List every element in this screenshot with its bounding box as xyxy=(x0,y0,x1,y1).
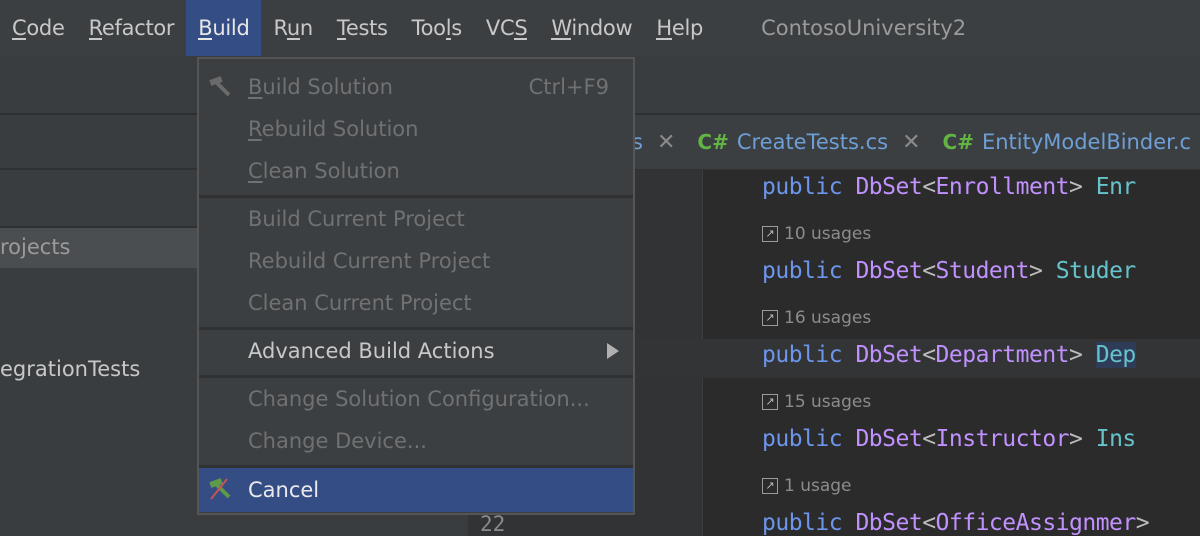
menu-label: Run xyxy=(273,16,313,40)
navigate-arrow-icon: ↗ xyxy=(762,478,778,494)
code-line: public DbSet<Instructor> Ins xyxy=(762,426,1136,452)
tab-s[interactable]: s ✕ xyxy=(632,130,675,155)
mnemonic-underline xyxy=(551,38,572,40)
tab-createtests-cs[interactable]: C# CreateTests.cs ✕ xyxy=(697,130,920,155)
menu-bar: Code Refactor Build Run Tests Tools VCS … xyxy=(0,0,1200,56)
menu-item-clean-current-project[interactable]: Clean Current Project xyxy=(199,282,633,324)
usages-link[interactable]: ↗ 10 usages xyxy=(762,224,871,244)
menu-window[interactable]: Window xyxy=(539,0,644,56)
build-menu: Build Solution Ctrl+F9 Rebuild Solution Cle… xyxy=(197,57,635,515)
mnemonic-underline xyxy=(198,38,213,40)
tab-label: EntityModelBinder.c xyxy=(981,130,1192,154)
menu-label: Tools xyxy=(411,16,463,40)
menu-label: Build xyxy=(198,16,250,40)
mnemonic-underline xyxy=(514,38,528,40)
usages-link[interactable]: ↗ 1 usage xyxy=(762,476,852,496)
menu-refactor[interactable]: Refactor xyxy=(77,0,187,56)
menu-label: VCS xyxy=(485,16,528,40)
hammer-icon xyxy=(207,75,235,99)
navigate-arrow-icon: ↗ xyxy=(762,226,778,242)
menu-item-advanced-build-actions[interactable]: Advanced Build Actions xyxy=(199,330,633,372)
submenu-arrow-icon xyxy=(607,343,619,359)
csharp-file-icon: C# xyxy=(697,130,729,154)
menu-label: Refactor xyxy=(88,16,175,40)
mnemonic-underline xyxy=(12,38,27,40)
code-line: public DbSet<Enrollment> Enr xyxy=(762,174,1136,200)
menu-vcs[interactable]: VCS xyxy=(474,0,539,56)
menu-item-build-solution[interactable]: Build Solution Ctrl+F9 xyxy=(199,66,633,108)
code-line: public DbSet<Student> Studer xyxy=(762,258,1136,284)
menu-build[interactable]: Build xyxy=(186,0,262,56)
close-tab-icon[interactable]: ✕ xyxy=(657,130,675,155)
menu-item-build-current-project[interactable]: Build Current Project xyxy=(199,198,633,240)
menu-item-clean-solution[interactable]: Clean Solution xyxy=(199,150,633,192)
menu-help[interactable]: Help xyxy=(644,0,715,56)
menu-run[interactable]: Run xyxy=(261,0,324,56)
usages-link[interactable]: ↗ 15 usages xyxy=(762,392,871,412)
mnemonic-underline xyxy=(656,38,672,40)
shortcut-label: Ctrl+F9 xyxy=(528,75,609,99)
tab-label: CreateTests.cs xyxy=(736,130,889,154)
close-tab-icon[interactable]: ✕ xyxy=(902,130,920,155)
menu-item-rebuild-current-project[interactable]: Rebuild Current Project xyxy=(199,240,633,282)
code-line: public DbSet<Department> Dep xyxy=(762,342,1136,368)
menu-tools[interactable]: Tools xyxy=(400,0,474,56)
tree-item-integration-tests[interactable]: egrationTests xyxy=(0,357,140,381)
menu-label: Tests xyxy=(336,16,388,40)
cancel-build-icon xyxy=(207,477,235,501)
navigate-arrow-icon: ↗ xyxy=(762,394,778,410)
code-line: public DbSet<OfficeAssignmer> xyxy=(762,510,1163,536)
menu-label: Code xyxy=(12,16,65,40)
menu-tests[interactable]: Tests xyxy=(325,0,400,56)
menu-item-rebuild-solution[interactable]: Rebuild Solution xyxy=(199,108,633,150)
mnemonic-underline xyxy=(445,38,452,40)
menu-item-cancel[interactable]: Cancel xyxy=(199,468,633,512)
mnemonic-underline xyxy=(336,38,346,40)
menu-label: Help xyxy=(656,16,704,40)
tab-entitymodelbinder-c[interactable]: C# EntityModelBinder.c xyxy=(943,130,1192,154)
mnemonic-underline xyxy=(88,38,102,40)
menu-item-change-solution-configuration[interactable]: Change Solution Configuration... xyxy=(199,378,633,420)
menu-item-change-device[interactable]: Change Device... xyxy=(199,420,633,462)
window-title: ContosoUniversity2 xyxy=(761,16,967,40)
navigate-arrow-icon: ↗ xyxy=(762,310,778,326)
line-number: 22 xyxy=(480,512,506,536)
menu-code[interactable]: Code xyxy=(0,0,77,56)
csharp-file-icon: C# xyxy=(942,130,974,154)
tree-item-label: rojects xyxy=(0,235,71,259)
mnemonic-underline xyxy=(286,38,300,40)
menu-label: Window xyxy=(551,16,633,40)
usages-link[interactable]: ↗ 16 usages xyxy=(762,308,871,328)
